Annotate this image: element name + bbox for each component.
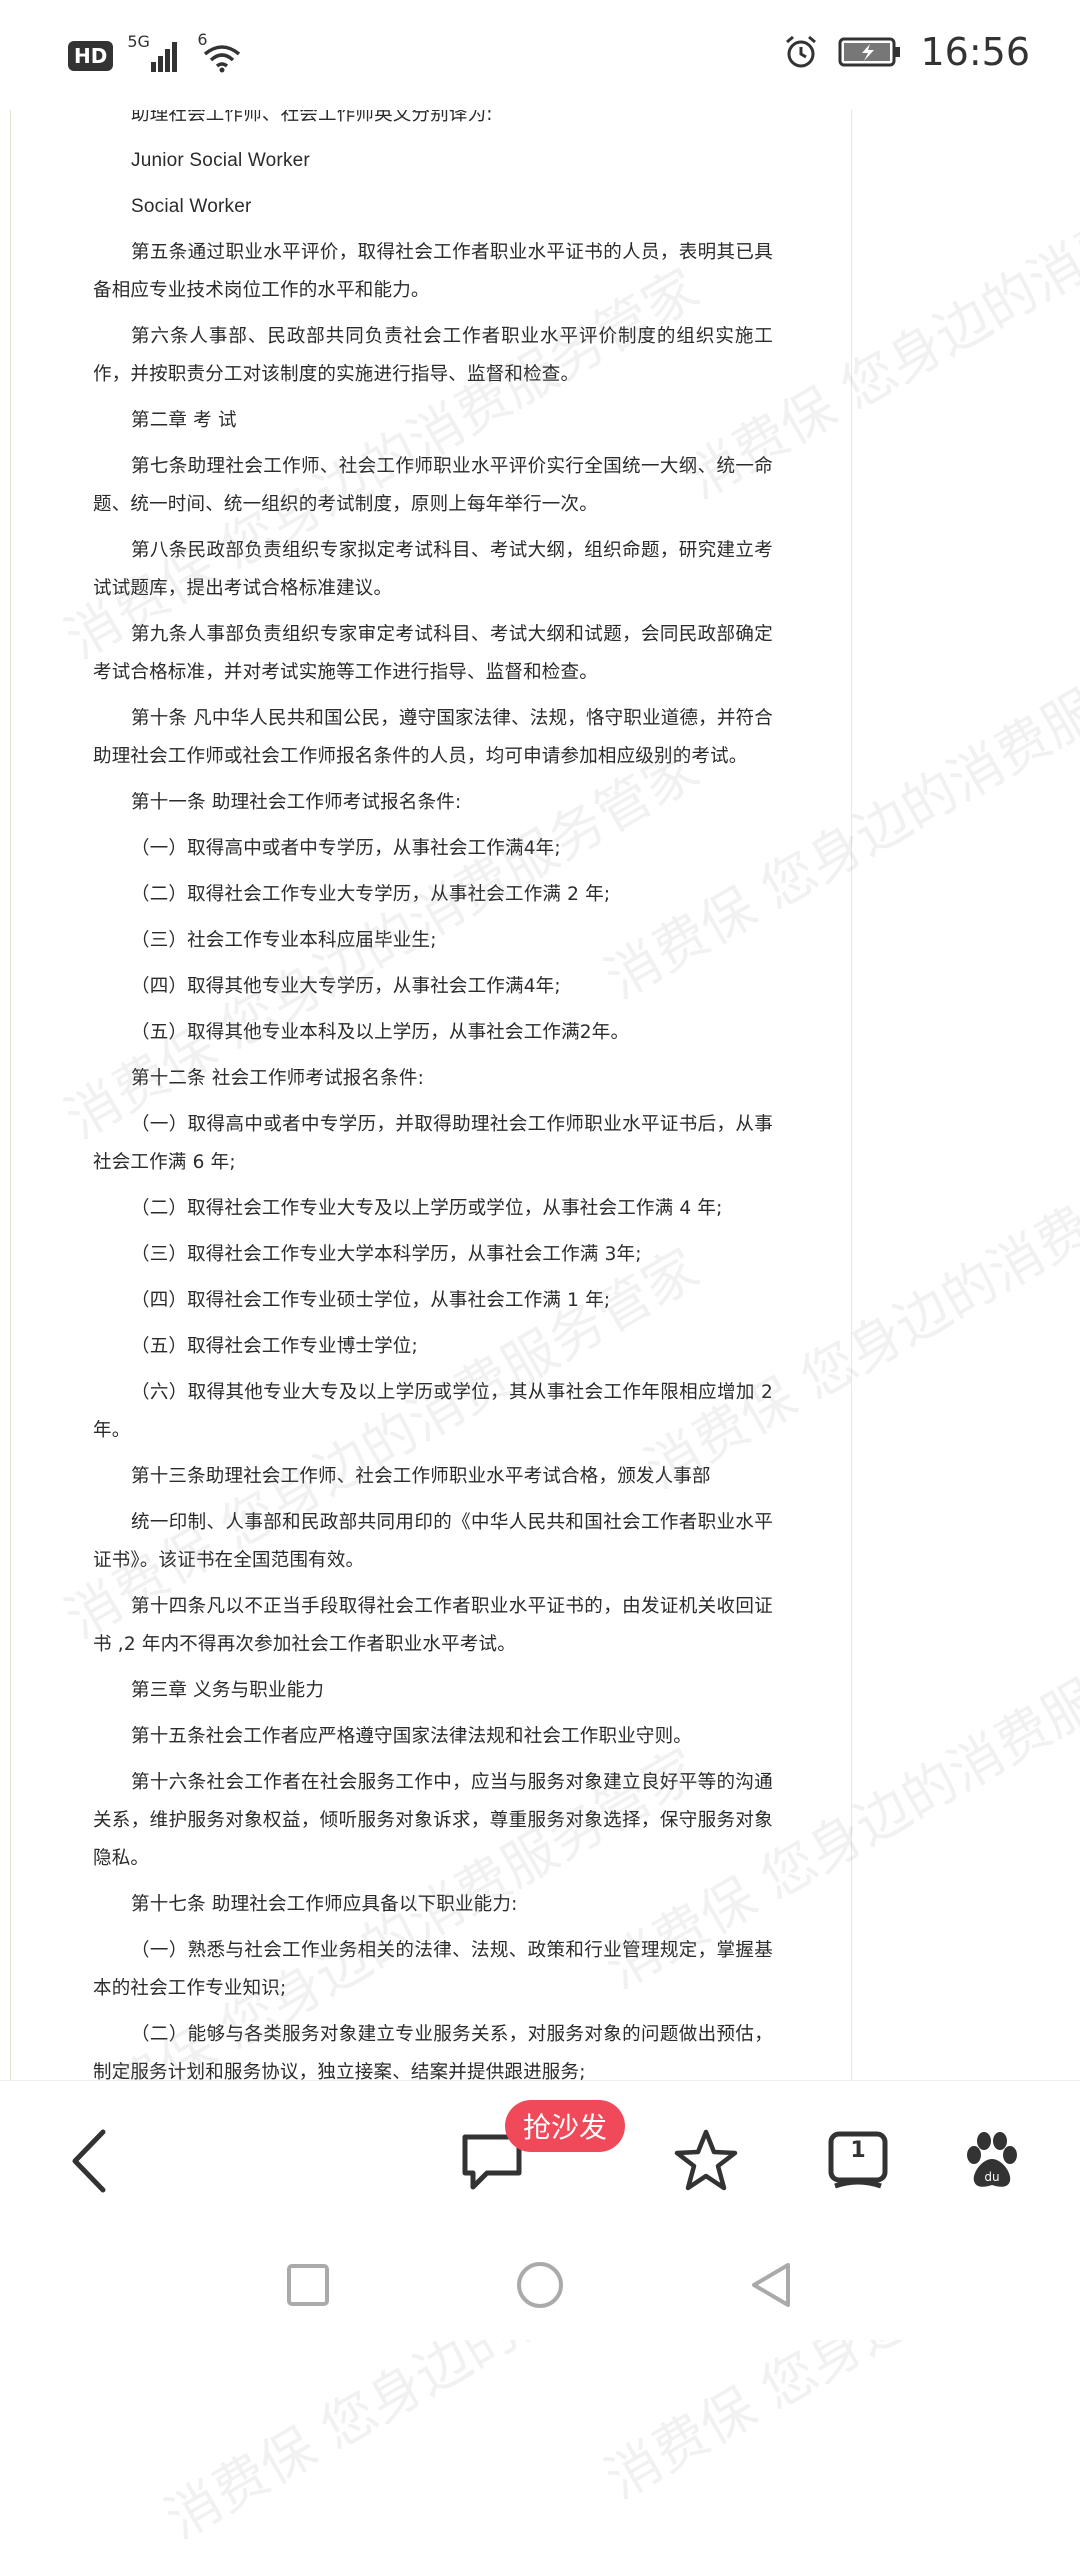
favorite-button[interactable] [666, 2121, 746, 2201]
signal-icon: 5G [127, 32, 183, 74]
star-icon [674, 2129, 738, 2191]
document-paragraph: 第十五条社会工作者应严格遵守国家法律法规和社会工作职业守则。 [131, 1726, 693, 1747]
document-paragraph: 第十二条 社会工作师考试报名条件: [131, 1068, 425, 1089]
document-page[interactable]: 助理社会工作师、社会工作师英文分别译为: Junior Social Worker… [10, 96, 853, 2081]
document-paragraph: 第十四条凡以不正当手段取得社会工作者职业水平证书的，由发证机关收回证书 ,2 年… [93, 1596, 773, 1655]
document-paragraph: （三）社会工作专业本科应届毕业生; [131, 930, 437, 951]
document-paragraph: （一）熟悉与社会工作业务相关的法律、法规、政策和行业管理规定，掌握基本的社会工作… [93, 1940, 773, 1999]
document-paragraph: （一）取得高中或者中专学历，从事社会工作满4年; [131, 838, 561, 859]
document-paragraph: 第五条通过职业水平评价，取得社会工作者职业水平证书的人员，表明其已具备相应专业技… [93, 242, 773, 301]
document-paragraph: 第十一条 助理社会工作师考试报名条件: [131, 792, 462, 813]
document-paragraph: （一）取得高中或者中专学历，并取得助理社会工作师职业水平证书后，从事社会工作满 … [93, 1114, 773, 1173]
notebook-icon: 1 [825, 2128, 891, 2194]
document-paragraph: 第八条民政部负责组织专家拟定考试科目、考试大纲，组织命题，研究建立考试试题库，提… [93, 540, 773, 599]
grab-sofa-badge[interactable]: 抢沙发 [505, 2100, 626, 2152]
document-paragraph: （二）能够与各类服务对象建立专业服务关系，对服务对象的问题做出预估，制定服务计划… [93, 2024, 773, 2081]
document-paragraph: 第三章 义务与职业能力 [131, 1680, 325, 1701]
status-bar: HD 5G 6 16:56 [0, 0, 1080, 110]
status-left: HD 5G 6 [68, 30, 247, 74]
page-margin [852, 96, 1080, 2081]
document-paragraph: 第七条助理社会工作师、社会工作师职业水平评价实行全国统一大纲、统一命题、统一时间… [93, 456, 773, 515]
system-navigation-bar [0, 2230, 1080, 2340]
baidu-paw-icon: du [967, 2132, 1017, 2187]
document-paragraph: （三）取得社会工作专业大学本科学历，从事社会工作满 3年; [131, 1244, 642, 1265]
nav-back-button[interactable] [740, 2255, 800, 2315]
notebook-button[interactable]: 1 [818, 2121, 898, 2201]
document-paragraph: 第十三条助理社会工作师、社会工作师职业水平考试合格，颁发人事部 [131, 1466, 711, 1487]
document-paragraph: 第十七条 助理社会工作师应具备以下职业能力: [131, 1894, 518, 1915]
document-paragraph: （二）取得社会工作专业大专及以上学历或学位，从事社会工作满 4 年; [131, 1198, 723, 1219]
recent-apps-button[interactable] [278, 2255, 338, 2315]
battery-icon [838, 37, 901, 67]
document-paragraph: （六）取得其他专业大专及以上学历或学位，其从事社会工作年限相应增加 2 年。 [93, 1382, 773, 1441]
document-paragraph: （五）取得其他专业本科及以上学历，从事社会工作满2年。 [131, 1022, 630, 1043]
document-paragraph: （五）取得社会工作专业博士学位; [131, 1336, 418, 1357]
document-paragraph: 第六条人事部、民政部共同负责社会工作者职业水平评价制度的组织实施工作，并按职责分… [93, 326, 773, 385]
document-paragraph: 第十条 凡中华人民共和国公民，遵守国家法律、法规，恪守职业道德，并符合助理社会工… [93, 708, 773, 767]
back-icon [72, 2129, 106, 2193]
recent-apps-icon [287, 2264, 329, 2306]
document-paragraph: 统一印制、人事部和民政部共同用印的《中华人民共和国社会工作者职业水平证书》。该证… [93, 1512, 773, 1571]
nav-back-icon [752, 2263, 790, 2307]
document-content: 助理社会工作师、社会工作师英文分别译为: Junior Social Worker… [93, 96, 773, 2081]
document-paragraph: （四）取得社会工作专业硕士学位，从事社会工作满 1 年; [131, 1290, 611, 1311]
document-paragraph: 第九条人事部负责组织专家审定考试科目、考试大纲和试题，会同民政部确定考试合格标准… [93, 624, 773, 683]
wifi-icon: 6 [197, 30, 247, 74]
notebook-count: 1 [850, 2138, 866, 2163]
document-paragraph: 第二章 考 试 [131, 410, 237, 431]
status-right: 16:56 [782, 30, 1030, 74]
document-paragraph: 第十六条社会工作者在社会服务工作中，应当与服务对象建立良好平等的沟通关系，维护服… [93, 1772, 773, 1869]
document-paragraph: Social Worker [131, 196, 252, 217]
home-button[interactable] [510, 2255, 570, 2315]
clock-time: 16:56 [920, 30, 1030, 74]
alarm-icon [786, 35, 817, 68]
hd-badge: HD [68, 41, 114, 71]
back-button[interactable] [50, 2121, 130, 2201]
document-paragraph: （二）取得社会工作专业大专学历，从事社会工作满 2 年; [131, 884, 611, 905]
document-paragraph: （四）取得其他专业大专学历，从事社会工作满4年; [131, 976, 561, 997]
svg-text:du: du [984, 2170, 999, 2184]
document-paragraph: Junior Social Worker [131, 150, 310, 171]
baidu-button[interactable]: du [952, 2121, 1032, 2201]
home-icon [517, 2262, 563, 2308]
